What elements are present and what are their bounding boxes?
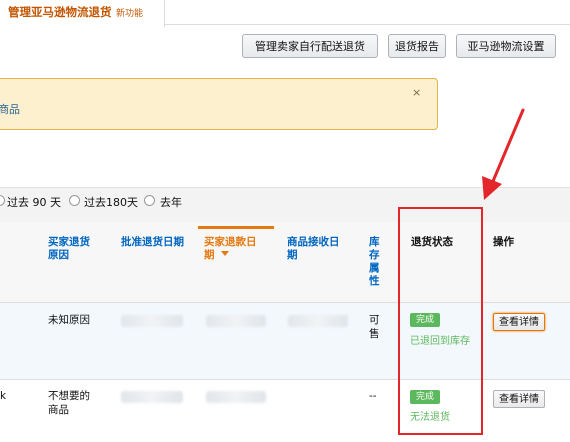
row2-refund-date-redacted [206,391,266,403]
header-receive-date[interactable]: 商品接收日期 [287,236,347,262]
highlight-box [398,207,483,435]
filter-label-year: 去年 [160,196,182,209]
row2-approve-date-redacted [121,391,183,403]
filter-label-90: 过去 90 天 [7,196,61,209]
tab-label: 管理亚马逊物流退货 [8,5,112,19]
row2-inventory: -- [369,390,377,402]
row2-view-details-button[interactable]: 查看详情 [493,390,545,408]
row1-inventory: 可售 [369,314,380,340]
header-action: 操作 [493,236,514,248]
row1-receive-date-redacted [288,315,348,327]
header-refund-date[interactable]: 买家退款日期 [204,236,264,262]
row2-left-text: k [0,390,7,402]
sort-desc-icon [221,251,229,256]
table-header [0,222,570,303]
row1-refund-date-redacted [206,315,266,327]
annotation-arrow [482,108,525,200]
sort-indicator [198,226,274,229]
radio-last-year[interactable] [144,195,155,206]
header-inventory-attr[interactable]: 库存属性 [369,236,381,288]
header-return-reason[interactable]: 买家退货原因 [48,236,96,262]
return-report-button[interactable]: 退货报告 [388,34,446,58]
arrow-shaft [489,108,525,188]
tab-divider [164,24,570,25]
row1-view-details-button[interactable]: 查看详情 [493,313,545,331]
close-icon[interactable]: × [412,86,421,99]
row1-reason: 未知原因 [48,314,90,326]
manage-self-ship-returns-button[interactable]: 管理卖家自行配送退货 [242,34,378,58]
row2-reason: 不想要的商品 [48,390,90,416]
info-alert [0,78,438,130]
new-feature-badge: 新功能 [116,9,144,19]
filter-label-180: 过去180天 [84,196,138,209]
fba-settings-button[interactable]: 亚马逊物流设置 [456,34,556,58]
arrow-head [482,176,502,200]
alert-text: 商品 [0,103,20,116]
radio-180-days[interactable] [69,195,80,206]
row1-approve-date-redacted [121,315,183,327]
header-approve-date[interactable]: 批准退货日期 [121,236,187,249]
